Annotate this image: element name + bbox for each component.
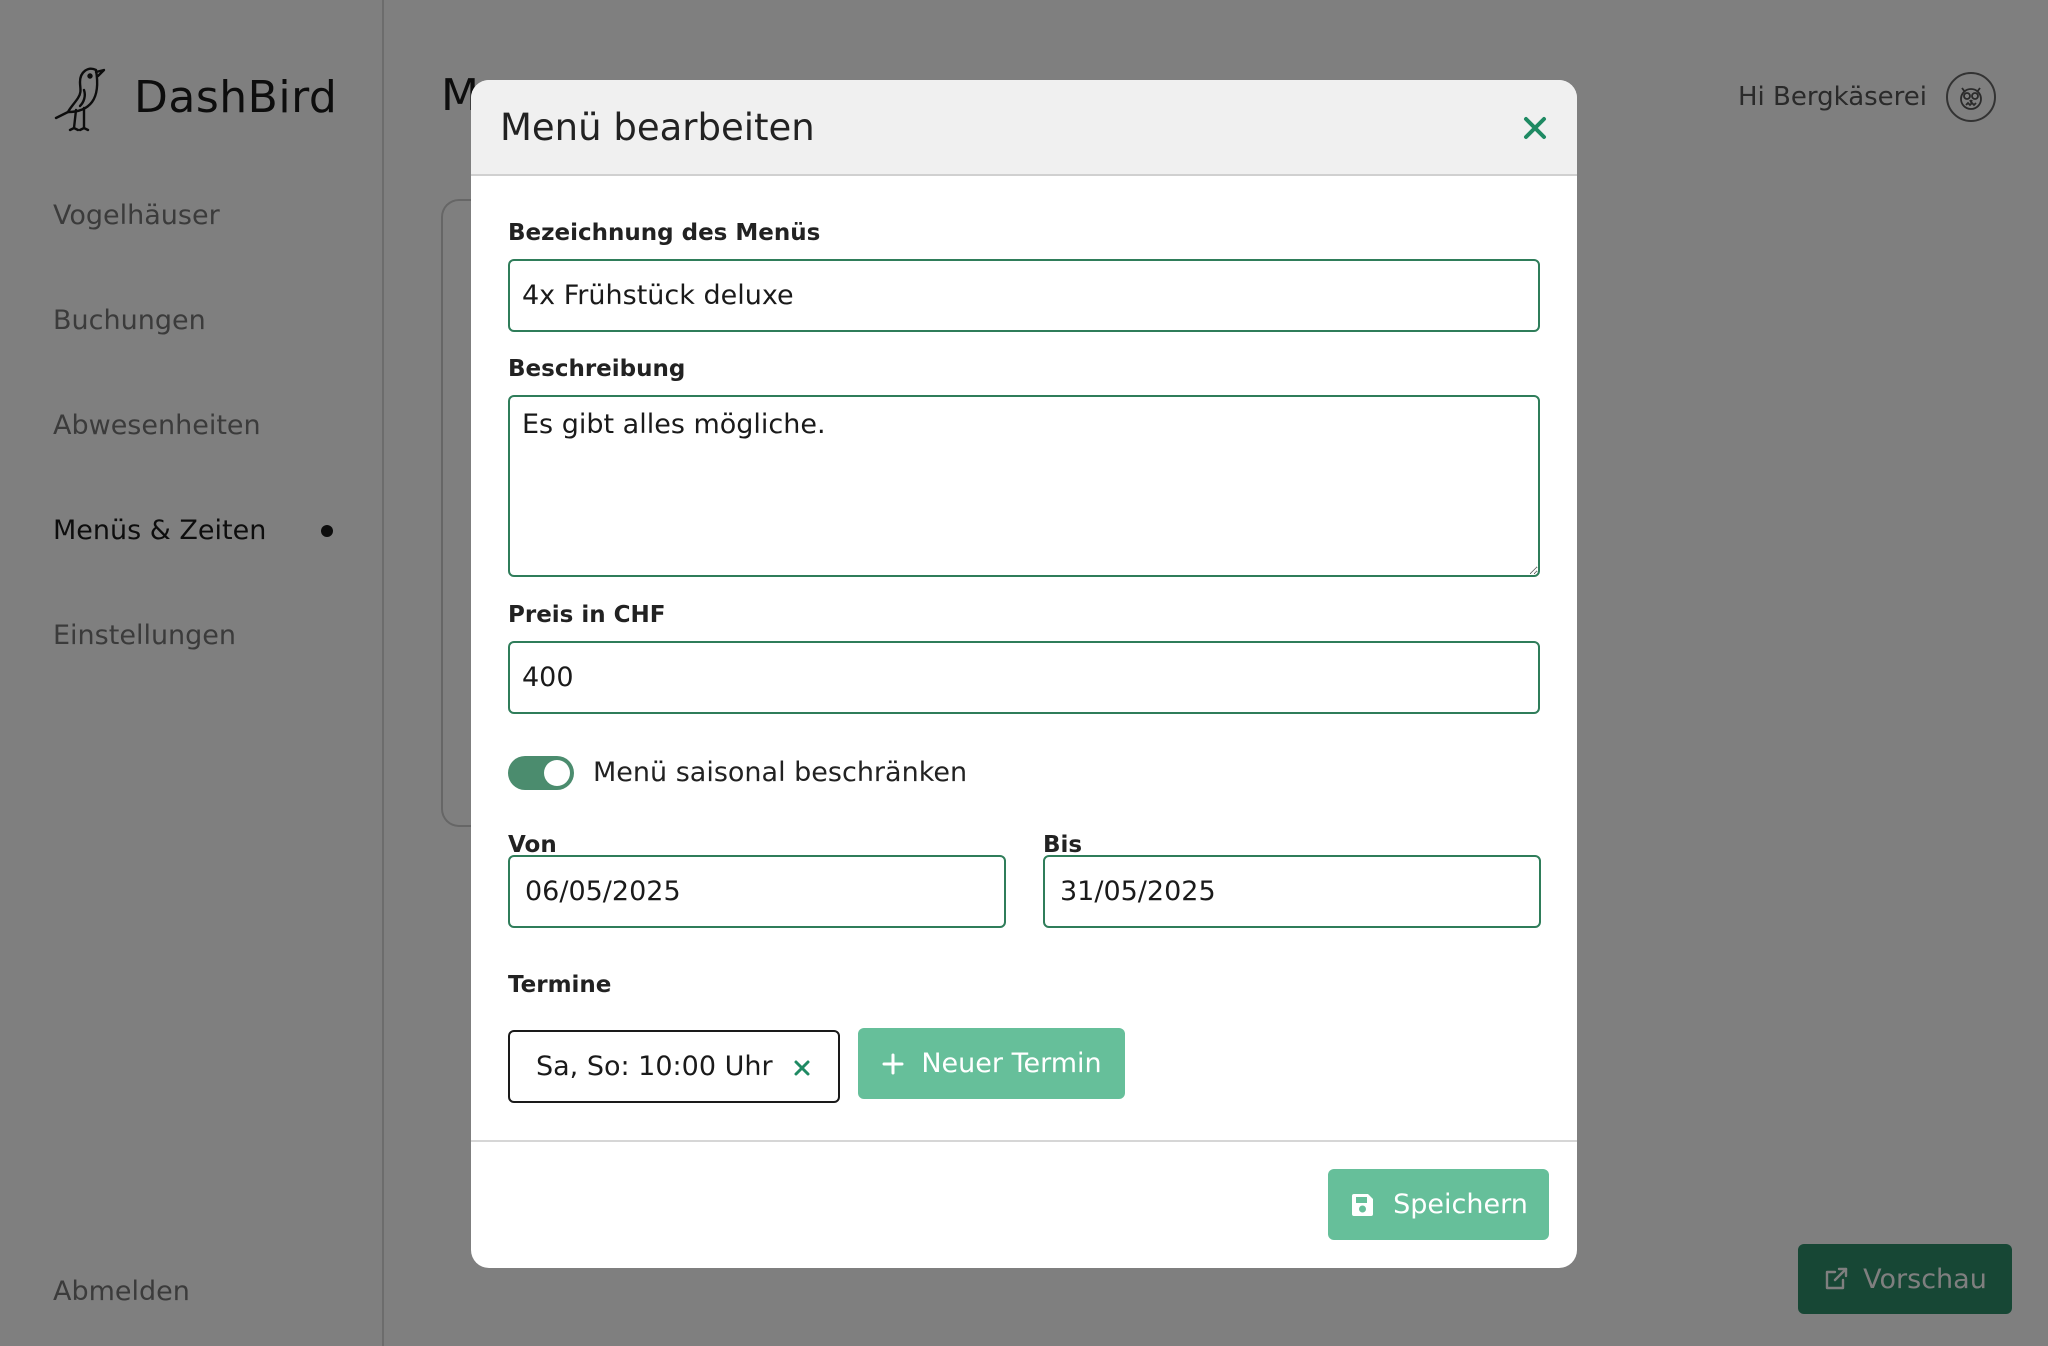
new-term-button[interactable]: Neuer Termin: [858, 1028, 1125, 1099]
dialog-header: Menü bearbeiten: [471, 80, 1577, 176]
dialog-title: Menü bearbeiten: [500, 106, 815, 149]
floppy-disk-icon: [1352, 1193, 1374, 1216]
save-button-label: Speichern: [1393, 1189, 1528, 1220]
description-label: Beschreibung: [508, 356, 686, 382]
close-icon[interactable]: [790, 1056, 814, 1080]
menu-name-label: Bezeichnung des Menüs: [508, 220, 821, 246]
from-date-input[interactable]: [508, 855, 1006, 928]
dialog-footer: Speichern: [471, 1140, 1577, 1268]
seasonal-toggle-label: Menü saisonal beschränken: [593, 757, 968, 788]
close-button[interactable]: [1515, 108, 1555, 148]
new-term-button-label: Neuer Termin: [921, 1048, 1102, 1079]
plus-icon: [882, 1053, 904, 1074]
menu-name-input[interactable]: [508, 259, 1540, 332]
edit-menu-dialog: Menü bearbeiten Bezeichnung des Menüs Be…: [471, 80, 1577, 1268]
term-chip-label: Sa, So: 10:00 Uhr: [536, 1051, 773, 1082]
price-label: Preis in CHF: [508, 602, 666, 628]
to-date-input[interactable]: [1043, 855, 1541, 928]
close-icon: [1524, 117, 1546, 139]
save-button[interactable]: Speichern: [1328, 1169, 1549, 1240]
toggle-knob: [544, 760, 570, 786]
price-input[interactable]: [508, 641, 1540, 714]
description-textarea[interactable]: Es gibt alles mögliche.: [508, 395, 1540, 577]
terms-label: Termine: [508, 972, 612, 998]
seasonal-toggle[interactable]: [508, 756, 574, 790]
term-chip: Sa, So: 10:00 Uhr: [508, 1030, 840, 1103]
